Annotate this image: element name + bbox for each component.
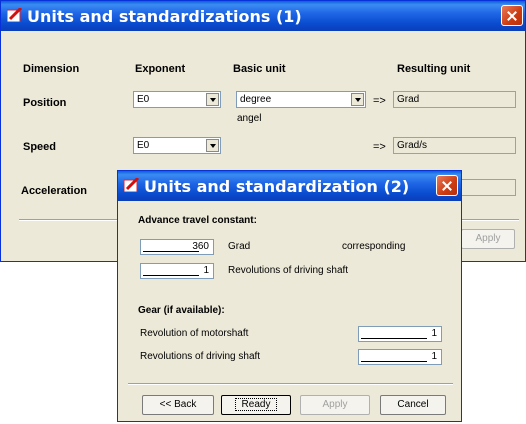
app-icon xyxy=(124,178,140,192)
position-arrow: => xyxy=(373,95,386,107)
window2-title: Units and standardization (2) xyxy=(144,177,410,196)
chevron-down-icon[interactable] xyxy=(206,93,219,106)
back-button[interactable]: << Back xyxy=(142,395,214,415)
window1-apply-button[interactable]: Apply xyxy=(461,229,515,249)
window1-title: Units and standardizations (1) xyxy=(27,7,302,26)
speed-exponent-select[interactable]: E0 xyxy=(133,137,221,154)
app-icon xyxy=(7,8,23,22)
window1-titlebar[interactable]: Units and standardizations (1) xyxy=(1,1,525,31)
row-label-acceleration: Acceleration xyxy=(21,185,88,197)
ready-button-label: Ready xyxy=(234,398,278,411)
speed-arrow: => xyxy=(373,141,386,153)
window2-close-icon[interactable] xyxy=(436,175,458,196)
motorshaft-label: Revolution of motorshaft xyxy=(140,328,249,339)
corresponding-label: corresponding xyxy=(342,241,406,252)
position-result-field: Grad xyxy=(393,91,516,108)
apply-button[interactable]: Apply xyxy=(300,395,370,415)
window2-titlebar[interactable]: Units and standardization (2) xyxy=(118,171,461,201)
position-exponent-select[interactable]: E0 xyxy=(133,91,221,108)
chevron-down-icon[interactable] xyxy=(206,139,219,152)
position-basic-unit-select[interactable]: degree xyxy=(236,91,366,108)
speed-result-field: Grad/s xyxy=(393,137,516,154)
revolutions-label: Revolutions of driving shaft xyxy=(228,265,349,276)
position-basic-unit-value: degree xyxy=(240,94,272,105)
chevron-down-icon[interactable] xyxy=(351,93,364,106)
speed-exponent-value: E0 xyxy=(137,140,150,151)
grad-label: Grad xyxy=(228,241,251,252)
ready-button[interactable]: Ready xyxy=(221,395,291,415)
position-exponent-value: E0 xyxy=(137,94,150,105)
revolutions-input[interactable]: 1 xyxy=(140,263,214,279)
acceleration-result-field xyxy=(461,179,516,196)
advance-travel-heading: Advance travel constant: xyxy=(138,215,257,226)
motorshaft-input[interactable]: 1 xyxy=(358,326,442,342)
driving-shaft-input[interactable]: 1 xyxy=(358,349,442,365)
grad-input[interactable]: 360 xyxy=(140,239,214,255)
header-exponent: Exponent xyxy=(135,63,186,75)
row-label-speed: Speed xyxy=(23,141,57,153)
driving-shaft-label: Revolutions of driving shaft xyxy=(140,351,261,362)
row-label-position: Position xyxy=(23,97,67,109)
units-standardization-2-window: Units and standardization (2) Advance tr… xyxy=(117,170,462,422)
header-resulting-unit: Resulting unit xyxy=(397,63,471,75)
header-dimension: Dimension xyxy=(23,63,80,75)
position-basic-unit-note: angel xyxy=(237,113,262,124)
gear-heading: Gear (if available): xyxy=(138,305,225,316)
window1-close-icon[interactable] xyxy=(501,5,523,26)
header-basic-unit: Basic unit xyxy=(233,63,286,75)
window2-divider xyxy=(128,383,453,385)
cancel-button[interactable]: Cancel xyxy=(380,395,446,415)
